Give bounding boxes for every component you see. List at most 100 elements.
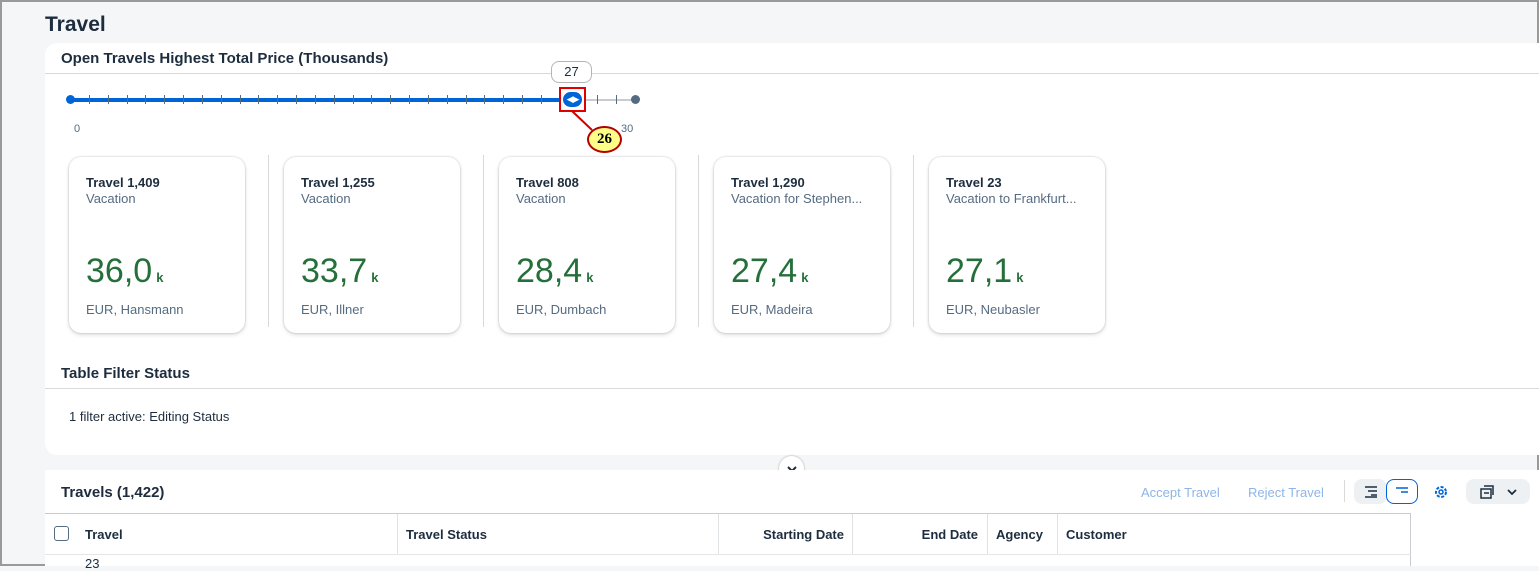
- slider-end-dot: [631, 95, 640, 104]
- settings-gear-icon: [1435, 485, 1447, 498]
- kpi-card[interactable]: Travel 808 Vacation 28,4 k EUR, Dumbach: [499, 157, 675, 333]
- column-header-travel-status[interactable]: Travel Status: [406, 527, 487, 542]
- slider-tick: [107, 95, 109, 104]
- table-header-bottom-border: [45, 554, 1411, 555]
- slider-tick: [409, 95, 410, 104]
- slider-start-dot: [66, 95, 75, 104]
- kpi-card-title: Travel 1,290: [731, 175, 805, 190]
- section-divider: [45, 388, 1539, 389]
- table-flat-button[interactable]: [1386, 479, 1418, 504]
- card-separator: [268, 155, 269, 327]
- chevron-down-icon: [1507, 488, 1517, 495]
- kpi-card-title: Travel 1,255: [301, 175, 375, 190]
- kpi-card-scale: k: [1016, 270, 1024, 285]
- kpi-card[interactable]: Travel 1,409 Vacation 36,0 k EUR, Hansman…: [69, 157, 245, 333]
- card-separator: [698, 155, 699, 327]
- select-all-checkbox[interactable]: [54, 526, 69, 541]
- slider-tick: [126, 95, 128, 104]
- slider-tick: [427, 95, 429, 104]
- kpi-card-value-wrap: 27,1 k: [946, 252, 1023, 291]
- column-header-travel[interactable]: Travel: [85, 527, 123, 542]
- export-menu-button[interactable]: [1466, 479, 1530, 504]
- section-divider: [45, 73, 1539, 74]
- kpi-card-value-wrap: 33,7 k: [301, 252, 378, 291]
- slider-tick: [277, 95, 279, 104]
- accept-travel-button[interactable]: Accept Travel: [1141, 485, 1220, 500]
- filter-status-text: 1 filter active: Editing Status: [69, 409, 230, 424]
- kpi-card-scale: k: [371, 270, 379, 285]
- slider-tick: [540, 95, 542, 104]
- column-header-end-date[interactable]: End Date: [859, 527, 978, 542]
- settings-button[interactable]: [1428, 479, 1454, 504]
- table-hierarchy-button[interactable]: [1354, 479, 1387, 504]
- slider-tick: [616, 95, 618, 104]
- filter-section-title: Table Filter Status: [61, 365, 190, 382]
- slider-tick: [597, 95, 599, 104]
- kpi-card-title: Travel 1,409: [86, 175, 160, 190]
- kpi-card-value: 33,7: [301, 252, 368, 290]
- reject-travel-button[interactable]: Reject Travel: [1248, 485, 1324, 500]
- kpi-card-title: Travel 808: [516, 175, 579, 190]
- kpi-card-footer: EUR, Hansmann: [86, 302, 184, 317]
- kpi-card[interactable]: Travel 1,255 Vacation 33,7 k EUR, Illner: [284, 157, 460, 333]
- slider-tick: [484, 95, 486, 104]
- column-separator: [852, 514, 853, 554]
- kpi-card-scale: k: [801, 270, 809, 285]
- slider-value-tooltip: 27: [551, 61, 592, 83]
- column-header-starting-date[interactable]: Starting Date: [725, 527, 844, 542]
- kpi-card-subtitle: Vacation: [301, 191, 351, 206]
- kpi-card-scale: k: [156, 270, 164, 285]
- kpi-card-subtitle: Vacation for Stephen...: [731, 191, 863, 206]
- kpi-card-subtitle: Vacation to Frankfurt...: [946, 191, 1077, 206]
- kpi-card-subtitle: Vacation: [516, 191, 566, 206]
- chart-section-title: Open Travels Highest Total Price (Thousa…: [61, 50, 389, 67]
- kpi-card-footer: EUR, Madeira: [731, 302, 813, 317]
- card-separator: [483, 155, 484, 327]
- column-header-agency[interactable]: Agency: [996, 527, 1043, 542]
- slider-tick: [352, 95, 354, 104]
- table-right-border: [1410, 514, 1411, 566]
- slider-tick: [522, 95, 523, 104]
- column-separator: [987, 514, 988, 554]
- travels-table-section: Travels (1,422) Accept Travel Reject Tra…: [45, 470, 1539, 571]
- slider-tick: [296, 95, 297, 104]
- slider-tick: [314, 95, 316, 104]
- column-separator: [1057, 514, 1058, 554]
- kpi-card[interactable]: Travel 1,290 Vacation for Stephen... 27,…: [714, 157, 890, 333]
- kpi-card[interactable]: Travel 23 Vacation to Frankfurt... 27,1 k…: [929, 157, 1105, 333]
- slider-handle[interactable]: ◀▶: [559, 87, 586, 112]
- kpi-card-footer: EUR, Neubasler: [946, 302, 1040, 317]
- kpi-card-title: Travel 23: [946, 175, 1002, 190]
- kpi-card-scale: k: [586, 270, 594, 285]
- slider-tick: [220, 95, 222, 104]
- kpi-card-footer: EUR, Illner: [301, 302, 364, 317]
- kpi-card-value: 27,4: [731, 252, 798, 290]
- table-title: Travels (1,422): [61, 484, 165, 501]
- slider-min-label: 0: [74, 123, 81, 135]
- annotation-badge: 26: [587, 126, 622, 153]
- slider-tick: [239, 95, 241, 104]
- table-hierarchy-icon: [1364, 485, 1377, 498]
- page-title: Travel: [45, 13, 106, 36]
- slider-tick: [371, 95, 373, 104]
- kpi-card-subtitle: Vacation: [86, 191, 136, 206]
- slider-tick: [145, 95, 147, 104]
- slider-tick: [201, 95, 203, 104]
- column-header-customer[interactable]: Customer: [1066, 527, 1127, 542]
- slider-tick: [333, 95, 335, 104]
- column-separator: [397, 514, 398, 554]
- kpi-card-footer: EUR, Dumbach: [516, 302, 607, 317]
- slider-tick: [258, 95, 260, 104]
- kpi-card-value: 28,4: [516, 252, 583, 290]
- export-icon: [1480, 484, 1494, 499]
- slider-tick: [88, 95, 90, 104]
- slider-tick: [465, 95, 467, 104]
- slider-tick: [164, 95, 166, 104]
- kpi-card-value-wrap: 27,4 k: [731, 252, 808, 291]
- slider-tick: [503, 95, 505, 104]
- slider-tick: [446, 95, 448, 104]
- slider-handle-arrows-icon: ◀▶: [563, 92, 582, 107]
- kpi-card-value-wrap: 36,0 k: [86, 252, 163, 291]
- kpi-card-value-wrap: 28,4 k: [516, 252, 593, 291]
- slider-tick: [390, 95, 392, 104]
